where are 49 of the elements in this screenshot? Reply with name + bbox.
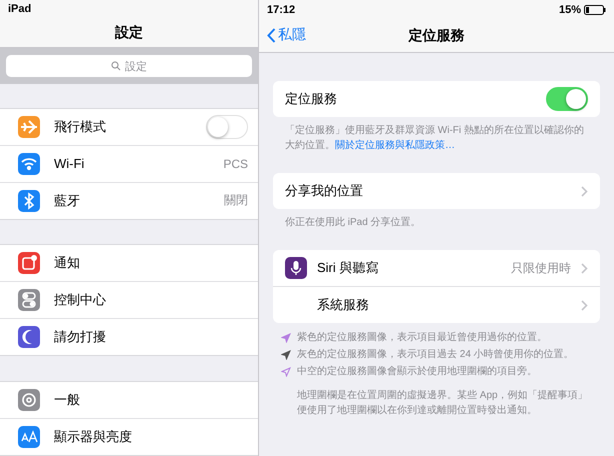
row-label: Siri 與聽寫: [317, 259, 380, 277]
settings-row[interactable]: 控制中心: [0, 281, 258, 318]
row-label: 分享我的位置: [285, 182, 364, 200]
legend-text: 紫色的定位服務圖像，表示項目最近曾使用過你的位置。: [297, 331, 547, 345]
settings-row[interactable]: 分享我的位置: [273, 173, 600, 209]
back-chevron-icon: [267, 28, 276, 42]
battery-percent: 15%: [558, 4, 581, 16]
chevron-icon: [581, 262, 588, 274]
settings-row[interactable]: 系統服務: [273, 286, 600, 323]
settings-row[interactable]: 藍牙 關閉: [0, 182, 258, 219]
legend-text: 灰色的定位服務圖像，表示項目過去 24 小時曾使用你的位置。: [297, 348, 574, 362]
settings-row[interactable]: 一般: [0, 382, 258, 418]
chevron-icon: [581, 186, 588, 196]
row-label: 請勿打擾: [54, 328, 107, 346]
settings-row[interactable]: 請勿打擾: [0, 318, 258, 356]
row-label: 通知: [54, 254, 81, 272]
row-value: 關閉: [224, 192, 248, 210]
row-label: 飛行模式: [54, 118, 107, 136]
sidebar-title: 設定: [115, 24, 143, 42]
settings-row[interactable]: 飛行模式: [0, 108, 258, 145]
row-label: 控制中心: [54, 291, 107, 310]
row-label: 系統服務: [317, 296, 370, 314]
chevron-icon: [581, 300, 588, 310]
location-description: 「定位服務」使用藍牙及群眾資源 Wi-Fi 熱點的所在位置以確認你的大約位置。關於定位服務與私隱政策…: [285, 124, 585, 153]
row-value: 只限使用時: [511, 260, 571, 276]
clock: 17:12: [267, 4, 296, 16]
row-value: PCS: [223, 156, 248, 171]
row-label: 定位服務: [285, 90, 338, 108]
settings-row[interactable]: Wi-Fi PCS: [0, 144, 258, 182]
page-title: 定位服務: [408, 27, 464, 45]
settings-row[interactable]: Siri 與聽寫 只限使用時: [273, 250, 600, 286]
toggle-switch[interactable]: [546, 87, 588, 111]
battery-icon: [584, 5, 606, 15]
share-note: 你正在使用此 iPad 分享位置。: [285, 216, 422, 230]
row-label: 顯示器與亮度: [54, 428, 133, 446]
row-label: 一般: [54, 391, 81, 410]
privacy-link[interactable]: 關於定位服務與私隱政策…: [335, 140, 455, 151]
microphone-icon: [285, 257, 307, 279]
settings-row[interactable]: 顯示器與亮度: [0, 418, 258, 456]
geofence-note: 地理圍欄是在位置周圍的虛擬邊界。某些 App，例如「提醒事項」便使用了地理圍欄以在你到達或離開位置時發出通知。: [297, 388, 588, 418]
toggle-switch[interactable]: [206, 114, 248, 139]
search-placeholder: 設定: [125, 60, 147, 74]
legend-text: 中空的定位服務圖像會顯示於使用地理圍欄的項目旁。: [297, 365, 537, 379]
back-link[interactable]: 私隱: [267, 26, 306, 44]
search-icon: [111, 61, 121, 72]
row-label: Wi-Fi: [54, 156, 86, 172]
settings-row[interactable]: 通知: [0, 245, 258, 282]
device-name: iPad: [8, 3, 32, 16]
row-label: 藍牙: [54, 192, 81, 210]
